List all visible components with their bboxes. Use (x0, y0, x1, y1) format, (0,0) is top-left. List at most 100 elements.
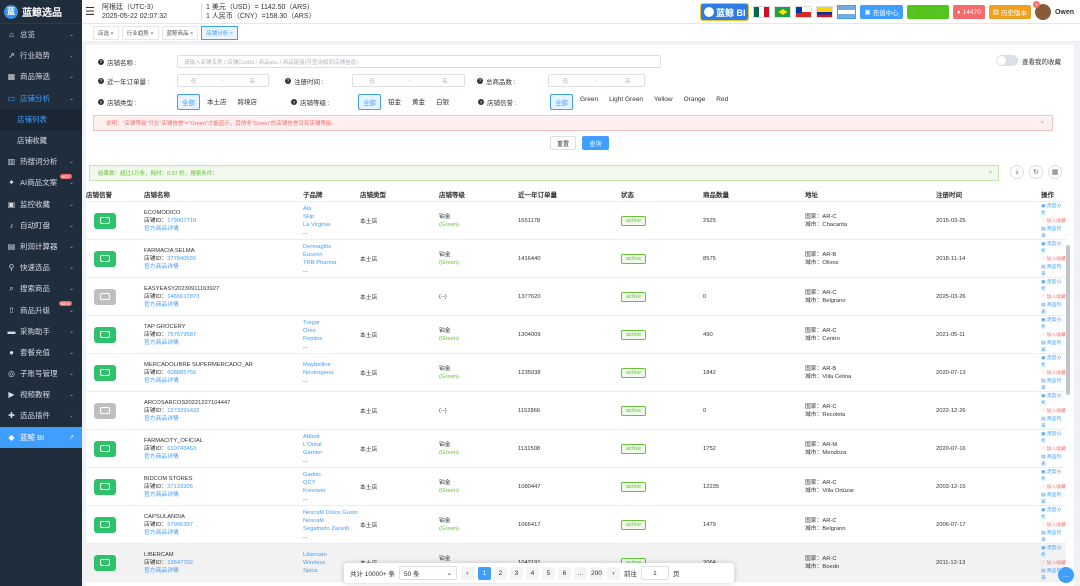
sidebar-subitem[interactable]: 店铺收藏 (0, 130, 82, 151)
shop-search-input[interactable]: 请输入店铺名称 / 店铺CustId / 商品sku / 商品链接(可查询相同店… (177, 55, 661, 68)
favorite-toggle[interactable] (996, 55, 1018, 66)
trend-analysis-button[interactable]: ▣ 走势分析 (1041, 506, 1066, 520)
history-version-button[interactable]: ▤ 历史版本 (988, 5, 1031, 19)
page-tab[interactable]: 店铺分析 × (201, 25, 238, 40)
app-logo[interactable]: 蓝 蓝鲸选品 (0, 0, 82, 24)
page-tab[interactable]: 店选 × (93, 25, 119, 40)
detail-link[interactable]: 官方商品详情 (144, 339, 196, 347)
shop-level-option[interactable]: 铂金 (384, 94, 405, 110)
brand-link[interactable]: Dermaglós (303, 243, 337, 251)
sidebar-item[interactable]: ▤ 利润计算器 ⌄ (0, 236, 82, 257)
shop-level-option[interactable]: 白银 (432, 94, 453, 110)
column-header[interactable]: 地址 (805, 189, 818, 199)
add-favorite-button[interactable]: ♡ 加入收藏 (1041, 407, 1066, 414)
product-list-button[interactable]: ▤ 商品列表 (1041, 225, 1066, 239)
brand-link[interactable]: Oreo (303, 327, 322, 335)
trend-analysis-button[interactable]: ▣ 走势分析 (1041, 240, 1066, 254)
brand-link[interactable]: L'Oréal (303, 441, 322, 449)
trend-analysis-button[interactable]: ▣ 走势分析 (1041, 202, 1066, 216)
brand-link[interactable]: Neutrogena (303, 369, 333, 377)
sidebar-item[interactable]: ▭ 店铺分析 ⌄ (0, 88, 82, 109)
shop-type-option[interactable]: 全部 (177, 94, 200, 110)
detail-link[interactable]: 官方商品详情 (144, 225, 196, 233)
argentina-flag-icon[interactable] (837, 5, 857, 19)
page-number[interactable]: 4 (525, 566, 539, 580)
avatar[interactable]: 3 (1032, 1, 1051, 20)
column-header[interactable]: 商品数量 (703, 189, 729, 199)
register-time-range[interactable]: 低-高 (352, 74, 465, 87)
add-favorite-button[interactable]: ♡ 加入收藏 (1041, 217, 1066, 224)
brand-link[interactable]: Konnwei (303, 487, 325, 495)
shop-level-option[interactable]: 全部 (358, 94, 381, 110)
sidebar-item[interactable]: ▣ 监控收藏 ⌄ (0, 194, 82, 215)
trend-analysis-button[interactable]: ▣ 走势分析 (1041, 430, 1066, 444)
brand-link[interactable]: Nescafé (303, 517, 358, 525)
detail-link[interactable]: 官方商品详情 (144, 415, 230, 423)
prev-page-icon[interactable]: ‹ (460, 566, 474, 580)
brand-link[interactable]: Ala (303, 205, 330, 213)
sidebar-item[interactable]: ⌂ 总览 ⌄ (0, 24, 82, 45)
sidebar-item[interactable]: ⌕ 搜索商品 ⌄ (0, 278, 82, 299)
brand-link[interactable]: Libercam (303, 551, 327, 559)
add-favorite-button[interactable]: ♡ 加入收藏 (1041, 559, 1066, 566)
page-tab[interactable]: 蓝鲸商品 × (161, 25, 199, 40)
sidebar-item[interactable]: ◎ 子账号管理 ⌄ (0, 363, 82, 384)
page-number[interactable]: 6 (557, 566, 571, 580)
chile-flag-icon[interactable] (795, 6, 813, 18)
sidebar-item[interactable]: ⇧ 商品升级 NEW ⌄ (0, 299, 82, 320)
product-list-button[interactable]: ▤ 商品列表 (1041, 377, 1066, 391)
add-favorite-button[interactable]: ♡ 加入收藏 (1041, 483, 1066, 490)
page-number[interactable]: 5 (541, 566, 555, 580)
page-number[interactable]: 1 (477, 566, 491, 580)
product-list-button[interactable]: ▤ 商品列表 (1041, 529, 1066, 543)
add-favorite-button[interactable]: ♡ 加入收藏 (1041, 331, 1066, 338)
shop-id-link[interactable]: 608885756 (167, 370, 196, 376)
detail-link[interactable]: 官方商品详情 (144, 567, 193, 575)
brand-link[interactable]: Skip (303, 213, 330, 221)
trend-analysis-button[interactable]: ▣ 走势分析 (1041, 392, 1066, 406)
brand-link[interactable]: Garnier (303, 449, 322, 457)
detail-link[interactable]: 官方商品详情 (144, 301, 219, 309)
brazil-flag-icon[interactable] (774, 6, 792, 18)
sidebar-subitem[interactable]: 店铺列表 (0, 108, 82, 130)
mexico-flag-icon[interactable] (753, 6, 771, 18)
product-list-button[interactable]: ▤ 商品列表 (1041, 453, 1066, 467)
sidebar-item[interactable]: ▶ 视频教程 ⌄ (0, 384, 82, 405)
sidebar-item[interactable]: ⚲ 快速选品 ⌄ (0, 257, 82, 278)
sidebar-item[interactable]: ♪ 自动盯盘 ⌄ (0, 215, 82, 236)
add-favorite-button[interactable]: ♡ 加入收藏 (1041, 293, 1066, 300)
shop-level-option[interactable]: 黄金 (408, 94, 429, 110)
menu-toggle-icon[interactable]: ☰ (85, 5, 99, 18)
add-favorite-button[interactable]: ♡ 加入收藏 (1041, 369, 1066, 376)
brand-link[interactable]: Wireless (303, 559, 327, 567)
brand-link[interactable]: Segafredo Zanetti (303, 525, 358, 533)
brand-link[interactable]: Tregar (303, 319, 322, 327)
columns-icon[interactable]: ▦ (1048, 165, 1062, 179)
query-button[interactable]: 查询 (582, 136, 609, 150)
trend-analysis-button[interactable]: ▣ 走势分析 (1041, 316, 1066, 330)
shop-id-link[interactable]: 757579587 (167, 332, 196, 338)
detail-link[interactable]: 官方商品详情 (144, 377, 253, 385)
shop-id-link[interactable]: 1465617873 (167, 294, 199, 300)
product-list-button[interactable]: ▤ 商品列表 (1041, 415, 1066, 429)
page-number[interactable]: 2 (493, 566, 507, 580)
reputation-option[interactable]: 全部 (550, 94, 573, 110)
product-list-button[interactable]: ▤ 商品列表 (1041, 301, 1066, 315)
promo-calendar-button[interactable]: ▦ 大促日历 (906, 5, 949, 19)
column-header[interactable]: 注册时间 (936, 189, 962, 199)
brand-link[interactable]: Maybelline (303, 361, 333, 369)
sidebar-item[interactable]: ✦ AI商品文案 HOT ⌄ (0, 172, 82, 193)
sidebar-item[interactable]: ↗ 行业趋势 ⌄ (0, 45, 82, 66)
column-header[interactable]: 近一年订单量 (518, 189, 557, 199)
sidebar-item[interactable]: ▥ 热搜词分析 ⌄ (0, 151, 82, 172)
chat-icon[interactable]: … (1058, 567, 1074, 583)
reputation-option[interactable]: Green (576, 94, 602, 110)
shop-id-link[interactable]: 57995397 (167, 522, 193, 528)
brand-link[interactable]: Pepitos (303, 335, 322, 343)
shop-id-link[interactable]: 377840555 (167, 256, 196, 262)
sidebar-item[interactable]: ▬ 采购助手 ⌄ (0, 321, 82, 342)
detail-link[interactable]: 官方商品详情 (144, 263, 196, 271)
shop-id-link[interactable]: 13647702 (167, 560, 193, 566)
product-list-button[interactable]: ▤ 商品列表 (1041, 339, 1066, 353)
product-list-button[interactable]: ▤ 商品列表 (1041, 263, 1066, 277)
